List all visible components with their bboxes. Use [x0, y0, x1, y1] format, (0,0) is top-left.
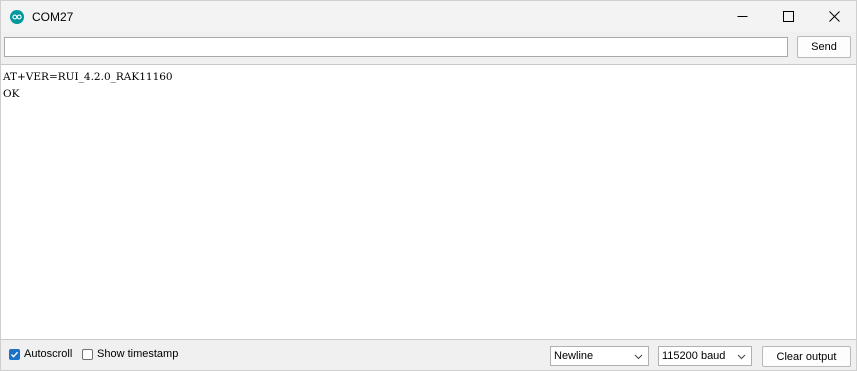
line-ending-select[interactable]: Newline: [550, 346, 649, 366]
window-title: COM27: [32, 9, 74, 24]
chevron-down-icon: [634, 354, 643, 360]
title-bar: COM27: [1, 1, 856, 32]
show-timestamp-checkbox[interactable]: [82, 349, 93, 360]
chevron-down-icon: [737, 354, 746, 360]
show-timestamp-label: Show timestamp: [97, 348, 179, 360]
serial-output[interactable]: AT+VER=RUI_4.2.0_RAK11160 OK: [1, 64, 856, 340]
output-line: AT+VER=RUI_4.2.0_RAK11160: [3, 71, 173, 83]
minimize-button[interactable]: [719, 1, 765, 32]
close-button[interactable]: [811, 1, 856, 32]
close-icon: [828, 11, 840, 22]
baud-rate-select[interactable]: 115200 baud: [658, 346, 752, 366]
autoscroll-checkbox[interactable]: [9, 349, 20, 360]
line-ending-value: Newline: [554, 350, 594, 362]
checkmark-icon: [11, 351, 19, 358]
serial-input[interactable]: [4, 37, 788, 57]
minimize-icon: [737, 16, 747, 17]
maximize-icon: [782, 11, 794, 22]
clear-output-button[interactable]: Clear output: [762, 346, 851, 367]
arduino-icon: [10, 9, 24, 24]
output-line: OK: [3, 88, 20, 100]
serial-monitor-window: COM27 Send AT+VER=RUI_4.2.0_RAK11160 OK …: [0, 0, 857, 371]
send-button[interactable]: Send: [797, 36, 851, 58]
bottom-bar: Autoscroll Show timestamp Newline 115200…: [1, 341, 856, 370]
baud-rate-value: 115200 baud: [662, 350, 726, 362]
autoscroll-label: Autoscroll: [24, 348, 73, 360]
maximize-button[interactable]: [765, 1, 811, 32]
